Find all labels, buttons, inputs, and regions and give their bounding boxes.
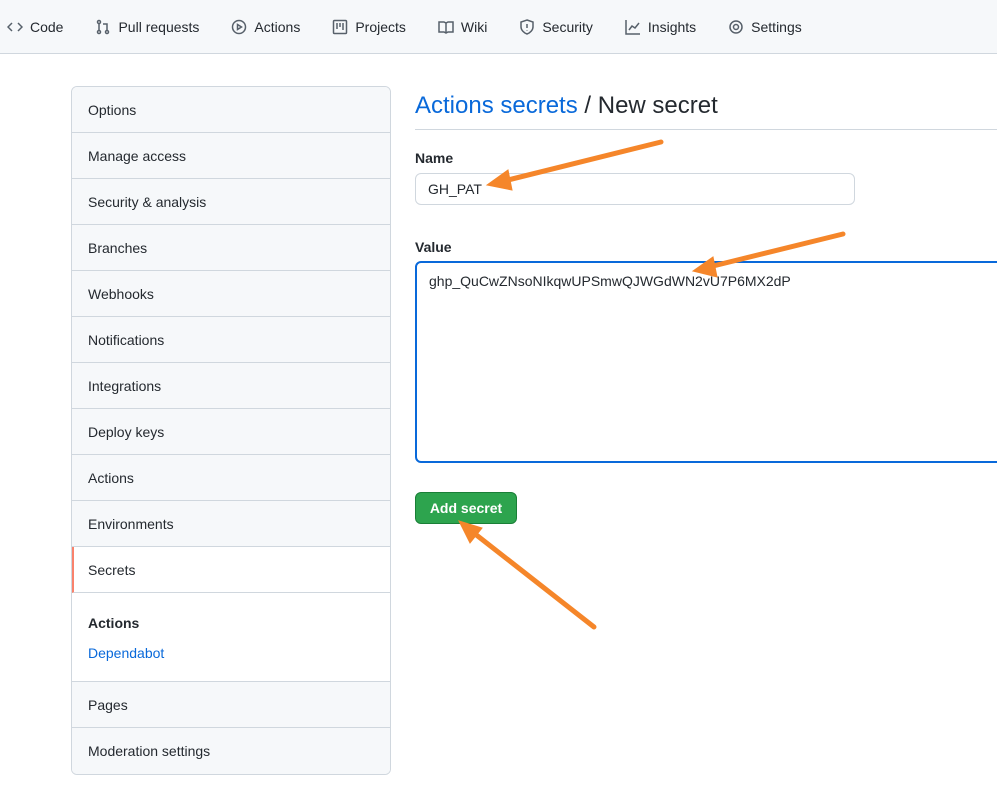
pull-request-icon — [97, 19, 110, 34]
sidebar-item-environments[interactable]: Environments — [72, 501, 390, 547]
settings-sidebar: Options Manage access Security & analysi… — [71, 86, 391, 775]
tab-projects[interactable]: Projects — [332, 19, 406, 35]
tab-label: Settings — [751, 18, 802, 35]
code-icon — [7, 21, 23, 32]
sidebar-item-branches[interactable]: Branches — [72, 225, 390, 271]
value-textarea[interactable]: ghp_QuCwZNsoNIkqwUPSmwQJWGdWN2vU7P6MX2dP — [415, 261, 997, 463]
shield-icon — [520, 18, 535, 35]
secrets-subnav: Actions Dependabot — [72, 593, 390, 682]
sidebar-item-secrets[interactable]: Secrets — [72, 547, 390, 593]
tab-wiki[interactable]: Wiki — [438, 19, 487, 35]
project-icon — [333, 19, 348, 34]
sidebar-item-actions[interactable]: Actions — [72, 455, 390, 501]
sidebar-item-integrations[interactable]: Integrations — [72, 363, 390, 409]
tab-settings[interactable]: Settings — [728, 19, 802, 35]
play-icon — [232, 19, 247, 34]
sidebar-item-manage-access[interactable]: Manage access — [72, 133, 390, 179]
tab-label: Code — [30, 18, 64, 35]
repo-nav: Code Pull requests Actions Projects Wiki… — [0, 0, 997, 54]
tab-pull-requests[interactable]: Pull requests — [95, 19, 199, 35]
tab-security[interactable]: Security — [519, 19, 593, 35]
tab-label: Wiki — [460, 18, 488, 35]
tab-label: Projects — [355, 18, 406, 35]
subnav-actions[interactable]: Actions — [88, 615, 374, 631]
book-icon — [438, 20, 454, 34]
sidebar-item-webhooks[interactable]: Webhooks — [72, 271, 390, 317]
tab-insights[interactable]: Insights — [625, 19, 696, 35]
tab-label: Insights — [647, 18, 697, 35]
arrow-head — [458, 520, 483, 544]
name-input[interactable]: GH_PAT — [415, 173, 855, 205]
subnav-dependabot-link[interactable]: Dependabot — [88, 645, 164, 661]
sidebar-item-moderation-settings[interactable]: Moderation settings — [72, 728, 390, 774]
page-title: Actions secrets / New secret — [415, 92, 718, 120]
tab-actions[interactable]: Actions — [231, 19, 300, 35]
graph-icon — [625, 19, 640, 35]
sidebar-item-security-analysis[interactable]: Security & analysis — [72, 179, 390, 225]
sidebar-item-pages[interactable]: Pages — [72, 682, 390, 728]
actions-secrets-link[interactable]: Actions secrets — [415, 92, 578, 119]
sidebar-item-notifications[interactable]: Notifications — [72, 317, 390, 363]
add-secret-button[interactable]: Add secret — [415, 492, 517, 524]
tab-code[interactable]: Code — [7, 19, 63, 35]
value-label: Value — [415, 239, 452, 255]
sidebar-item-options[interactable]: Options — [72, 87, 390, 133]
name-label: Name — [415, 150, 454, 166]
title-rest: / New secret — [577, 92, 718, 119]
arrow-to-button — [467, 527, 597, 630]
tab-label: Actions — [254, 18, 301, 35]
tab-label: Pull requests — [118, 18, 200, 35]
tab-label: Security — [542, 18, 593, 35]
gear-icon — [729, 19, 743, 34]
sidebar-item-deploy-keys[interactable]: Deploy keys — [72, 409, 390, 455]
divider — [415, 129, 997, 130]
